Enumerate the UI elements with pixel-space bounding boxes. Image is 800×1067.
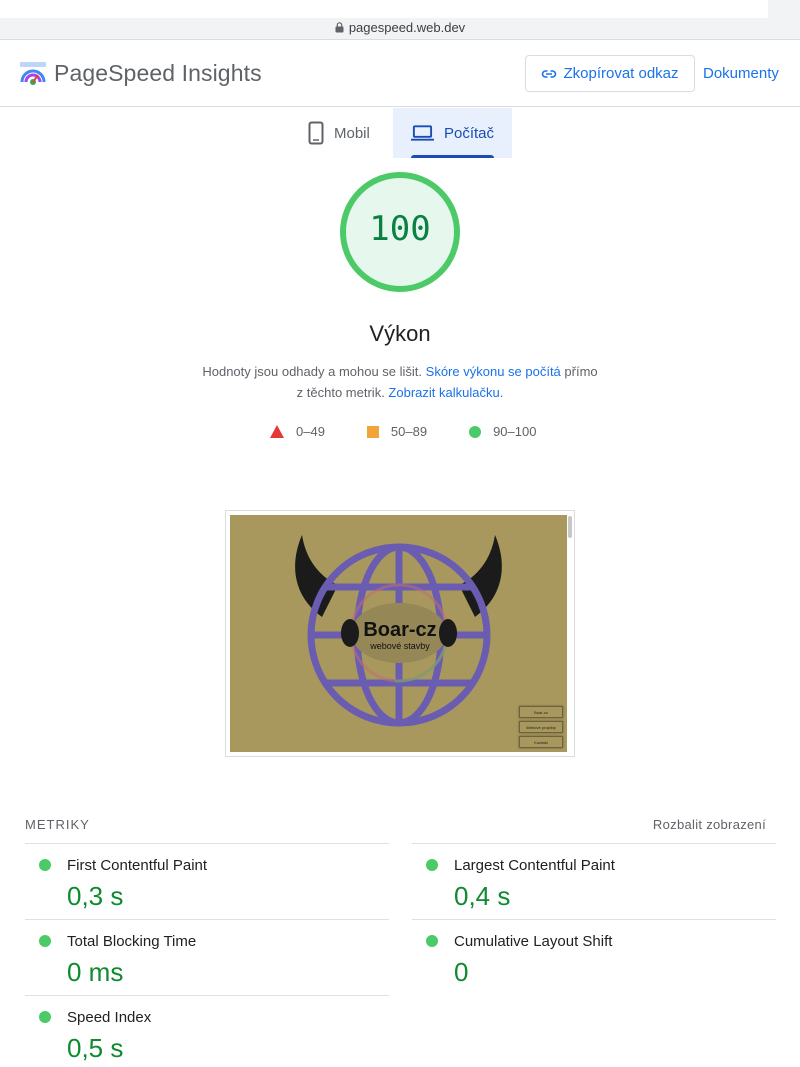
legend-fail-label: 0–49 bbox=[296, 424, 325, 439]
triangle-icon bbox=[270, 425, 284, 438]
tab-desktop-label: Počítač bbox=[443, 124, 494, 142]
metric-name: Cumulative Layout Shift bbox=[454, 933, 613, 950]
pass-dot-icon bbox=[39, 935, 51, 947]
score-legend: 0–49 50–89 90–100 bbox=[270, 424, 536, 439]
tab-mobile[interactable]: Mobil bbox=[290, 108, 393, 158]
legend-average: 50–89 bbox=[366, 424, 428, 439]
calculator-link[interactable]: Zobrazit kalkulačku. bbox=[388, 385, 503, 400]
expand-view-toggle[interactable]: Rozbalit zobrazení bbox=[653, 817, 766, 832]
copy-link-button[interactable]: Zkopírovat odkaz bbox=[525, 55, 695, 92]
metric-tbt: Total Blocking Time 0 ms bbox=[25, 919, 389, 996]
metric-si: Speed Index 0,5 s bbox=[25, 995, 389, 1067]
docs-link[interactable]: Dokumenty bbox=[703, 65, 779, 82]
metric-fcp: First Contentful Paint 0,3 s bbox=[25, 843, 389, 920]
score-description-line-2: z těchto metrik. Zobrazit kalkulačku. bbox=[200, 382, 600, 403]
metric-value: 0 bbox=[454, 957, 469, 987]
device-tabs: Mobil Počítač bbox=[290, 108, 512, 158]
circle-icon bbox=[469, 425, 482, 438]
category-title: Výkon bbox=[369, 321, 431, 346]
site-brand-text: Boar-cz bbox=[363, 619, 437, 641]
metric-cls: Cumulative Layout Shift 0 bbox=[412, 919, 776, 996]
copy-link-label: Zkopírovat odkaz bbox=[563, 65, 679, 82]
metric-name: First Contentful Paint bbox=[67, 857, 208, 874]
score-value: 100 bbox=[369, 209, 431, 249]
pass-dot-icon bbox=[39, 859, 51, 871]
site-nav-button-home: Boar-cz bbox=[519, 706, 563, 718]
metric-value: 0,5 s bbox=[67, 1033, 124, 1063]
metric-value: 0,3 s bbox=[67, 881, 124, 911]
app-header: PageSpeed Insights Zkopírovat odkaz Doku… bbox=[0, 41, 800, 107]
metric-name: Speed Index bbox=[67, 1009, 152, 1026]
final-screenshot: Boar-cz webové stavby Boar-cz Webové pro… bbox=[225, 510, 575, 757]
pass-dot-icon bbox=[39, 1011, 51, 1023]
pagespeed-logo-icon[interactable] bbox=[19, 60, 47, 88]
score-calc-link[interactable]: Skóre výkonu se počítá bbox=[426, 364, 561, 379]
screenshot-content: Boar-cz webové stavby Boar-cz Webové pro… bbox=[230, 515, 567, 752]
site-nav-button-contact: Kontakt bbox=[519, 736, 563, 748]
legend-fail: 0–49 bbox=[270, 424, 325, 439]
url-text: pagespeed.web.dev bbox=[348, 20, 466, 35]
site-subtitle: webové stavby bbox=[370, 641, 430, 651]
desc-text-3: z těchto metrik. bbox=[296, 385, 389, 400]
metric-name: Total Blocking Time bbox=[67, 933, 197, 950]
tab-mobile-label: Mobil bbox=[334, 124, 370, 142]
link-icon bbox=[542, 69, 557, 78]
browser-url-bar[interactable]: pagespeed.web.dev bbox=[0, 0, 800, 40]
metrics-heading: METRIKY bbox=[25, 817, 90, 832]
pass-dot-icon bbox=[426, 935, 438, 947]
laptop-icon bbox=[411, 125, 434, 141]
browser-top-strip bbox=[0, 0, 768, 18]
metric-value: 0,4 s bbox=[454, 881, 511, 911]
lock-icon bbox=[335, 22, 344, 33]
legend-pass: 90–100 bbox=[469, 424, 536, 439]
tab-desktop[interactable]: Počítač bbox=[393, 108, 512, 158]
desc-text-1: Hodnoty jsou odhady a mohou se lišit. bbox=[202, 364, 426, 379]
desc-text-2: přímo bbox=[560, 364, 598, 379]
legend-average-label: 50–89 bbox=[390, 424, 428, 439]
score-description-line-1: Hodnoty jsou odhady a mohou se lišit. Sk… bbox=[200, 361, 600, 382]
site-nav-button-projects: Webové projekty bbox=[519, 721, 563, 733]
screenshot-scrollbar bbox=[568, 516, 572, 538]
pass-dot-icon bbox=[426, 859, 438, 871]
smartphone-icon bbox=[308, 121, 324, 145]
legend-pass-label: 90–100 bbox=[493, 424, 537, 439]
app-title: PageSpeed Insights bbox=[54, 60, 262, 86]
metric-lcp: Largest Contentful Paint 0,4 s bbox=[412, 843, 776, 920]
metric-value: 0 ms bbox=[67, 957, 124, 987]
square-icon bbox=[366, 425, 379, 438]
url-display[interactable]: pagespeed.web.dev bbox=[0, 20, 800, 35]
metric-name: Largest Contentful Paint bbox=[454, 857, 615, 874]
